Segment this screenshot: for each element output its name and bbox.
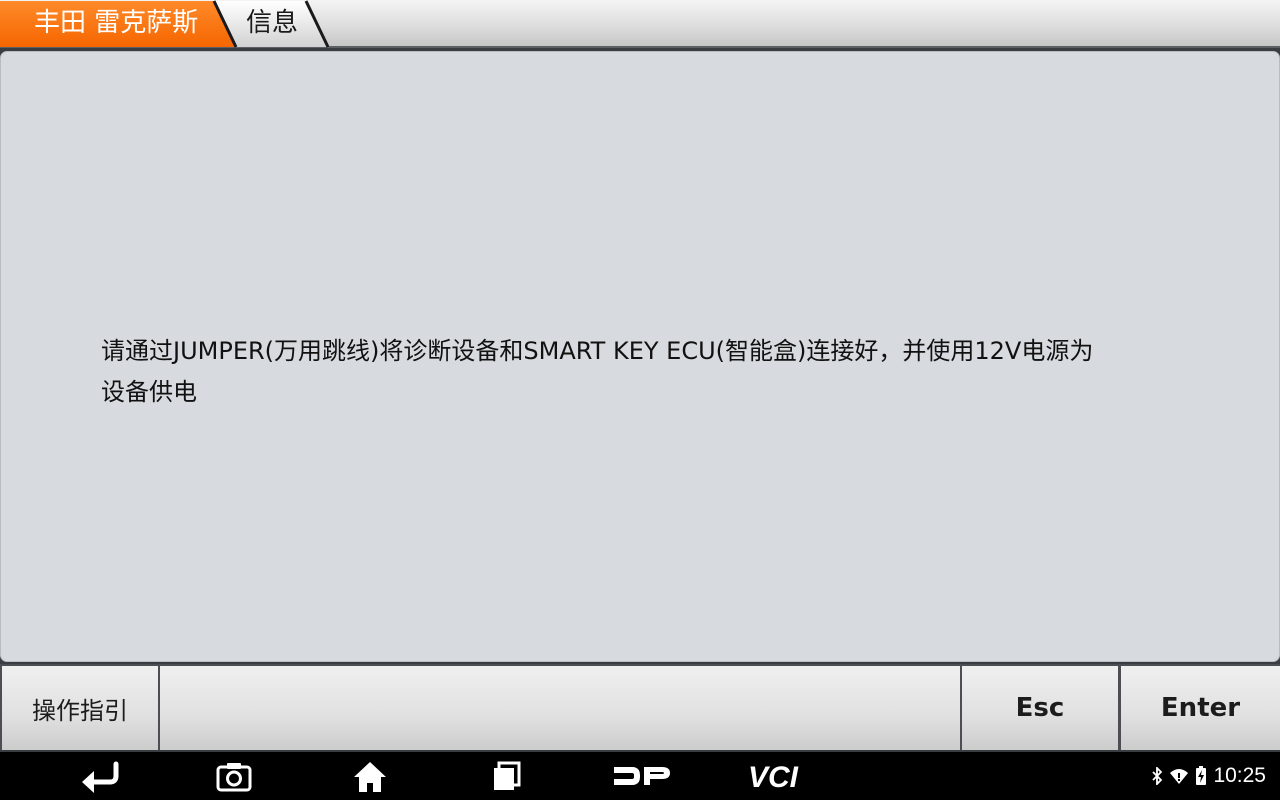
dp-logo-icon[interactable] bbox=[610, 758, 674, 794]
status-area: 10:25 bbox=[1151, 752, 1266, 800]
system-nav-bar: VCI 10:25 bbox=[0, 752, 1280, 800]
breadcrumb-bar: 丰田 雷克萨斯 信息 bbox=[0, 0, 1280, 48]
battery-charging-icon bbox=[1196, 766, 1207, 785]
camera-icon[interactable] bbox=[216, 758, 252, 794]
empty-button-area bbox=[160, 666, 960, 750]
wifi-icon bbox=[1170, 769, 1189, 784]
esc-button[interactable]: Esc bbox=[962, 666, 1118, 750]
vci-logo-icon[interactable]: VCI bbox=[746, 758, 812, 794]
home-icon[interactable] bbox=[352, 758, 388, 794]
message-panel: 请通过JUMPER(万用跳线)将诊断设备和SMART KEY ECU(智能盒)连… bbox=[0, 51, 1280, 662]
enter-button[interactable]: Enter bbox=[1121, 666, 1280, 750]
clock: 10:25 bbox=[1213, 764, 1266, 787]
recent-apps-icon[interactable] bbox=[490, 758, 524, 794]
operation-guide-button[interactable]: 操作指引 bbox=[2, 666, 158, 750]
bluetooth-icon bbox=[1152, 767, 1163, 785]
breadcrumb-item-vehicle[interactable]: 丰田 雷克萨斯 bbox=[34, 0, 198, 47]
back-icon[interactable] bbox=[80, 758, 120, 794]
button-bar: 操作指引 Esc Enter bbox=[0, 664, 1280, 750]
instruction-message: 请通过JUMPER(万用跳线)将诊断设备和SMART KEY ECU(智能盒)连… bbox=[101, 331, 1181, 413]
message-line-1: 请通过JUMPER(万用跳线)将诊断设备和SMART KEY ECU(智能盒)连… bbox=[101, 337, 1094, 365]
message-line-2: 设备供电 bbox=[101, 378, 197, 406]
breadcrumb-item-info[interactable]: 信息 bbox=[246, 0, 298, 47]
svg-text:VCI: VCI bbox=[748, 761, 799, 794]
